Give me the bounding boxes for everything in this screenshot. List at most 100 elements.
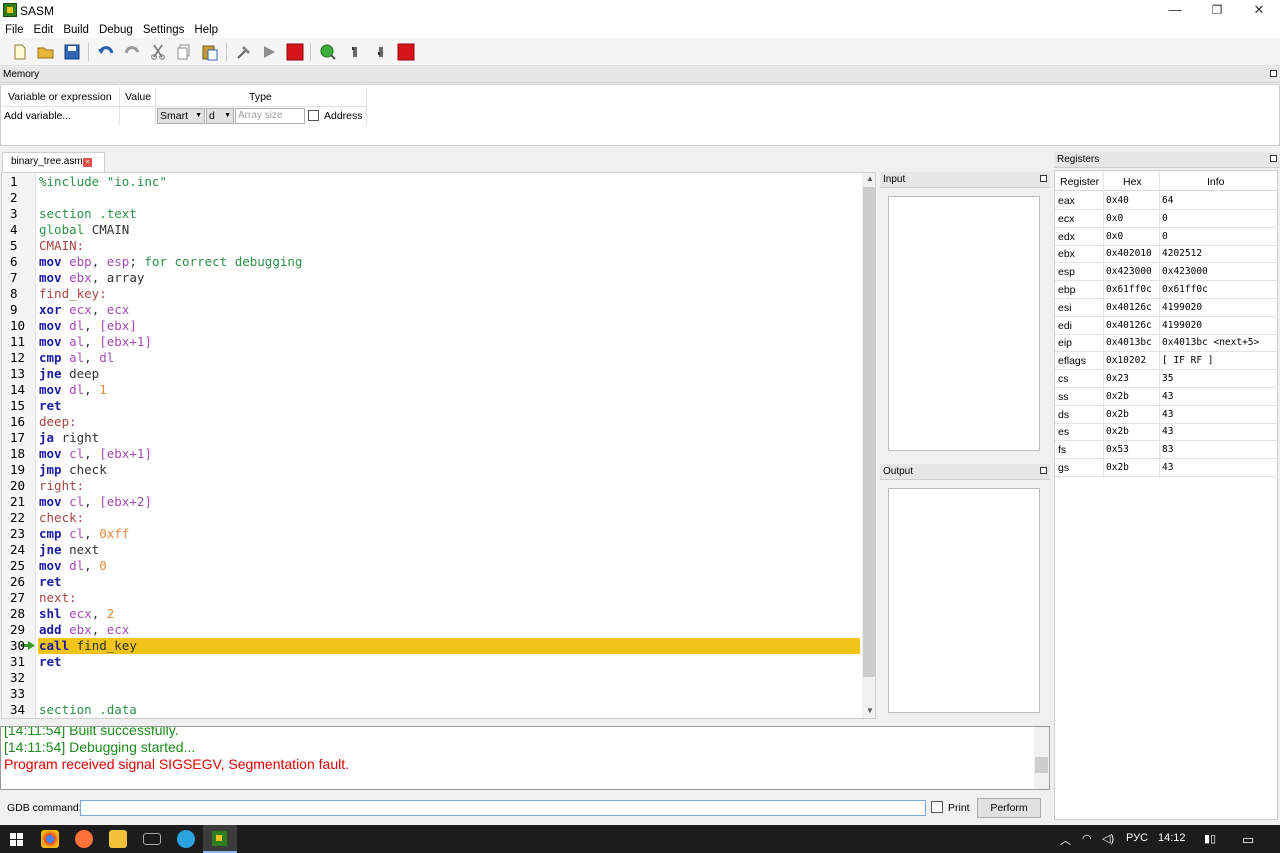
- memory-float-icon[interactable]: [1270, 70, 1277, 77]
- input-textarea[interactable]: [888, 196, 1040, 451]
- menu-help[interactable]: Help: [189, 22, 223, 38]
- line-number[interactable]: 3: [10, 206, 18, 222]
- code-line[interactable]: next:: [39, 590, 77, 606]
- sasm-taskbar-button[interactable]: [203, 825, 237, 853]
- size-select[interactable]: d ▼: [206, 108, 234, 124]
- chrome-icon[interactable]: [41, 830, 59, 848]
- output-float-icon[interactable]: [1040, 467, 1047, 474]
- line-number[interactable]: 14: [10, 382, 25, 398]
- stop-debug-icon[interactable]: [396, 42, 416, 62]
- registers-float-icon[interactable]: [1270, 155, 1277, 162]
- line-number[interactable]: 5: [10, 238, 18, 254]
- file-explorer-icon[interactable]: [109, 830, 127, 848]
- array-size-input[interactable]: Array size: [235, 108, 305, 124]
- telegram-icon[interactable]: [177, 830, 195, 848]
- line-number[interactable]: 17: [10, 430, 25, 446]
- run-icon[interactable]: [259, 42, 279, 62]
- scroll-up-icon[interactable]: ▲: [866, 174, 874, 183]
- windows-start-icon[interactable]: [10, 833, 23, 846]
- register-row[interactable]: cs 0x23 35: [1055, 370, 1277, 388]
- code-line[interactable]: mov ebx, array: [39, 270, 144, 286]
- code-line[interactable]: ret: [39, 654, 62, 670]
- line-number[interactable]: 23: [10, 526, 25, 542]
- notifications-icon[interactable]: ▭: [1242, 832, 1254, 848]
- code-line[interactable]: %include "io.inc": [39, 174, 167, 190]
- code-line[interactable]: mov dl, 1: [39, 382, 107, 398]
- line-number[interactable]: 12: [10, 350, 25, 366]
- log-scrollbar[interactable]: [1034, 727, 1049, 789]
- line-number[interactable]: 2: [10, 190, 18, 206]
- line-number[interactable]: 1: [10, 174, 18, 190]
- code-line[interactable]: jne deep: [39, 366, 99, 382]
- minimize-button[interactable]: —: [1152, 0, 1198, 22]
- paste-icon[interactable]: [200, 42, 220, 62]
- register-row[interactable]: ecx 0x0 0: [1055, 210, 1277, 228]
- line-number[interactable]: 22: [10, 510, 25, 526]
- build-hammer-icon[interactable]: [234, 42, 254, 62]
- code-line[interactable]: find_key:: [39, 286, 107, 302]
- line-number[interactable]: 29: [10, 622, 25, 638]
- editor-scroll-thumb[interactable]: [863, 187, 875, 677]
- code-line[interactable]: mov ebp, esp; for correct debugging: [39, 254, 302, 270]
- register-row[interactable]: esp 0x423000 0x423000: [1055, 263, 1277, 282]
- line-number[interactable]: 7: [10, 270, 18, 286]
- line-number[interactable]: 28: [10, 606, 25, 622]
- tray-chevron-icon[interactable]: ︿: [1060, 832, 1071, 848]
- code-line[interactable]: ret: [39, 398, 62, 414]
- register-row[interactable]: edi 0x40126c 4199020: [1055, 317, 1277, 335]
- register-row[interactable]: ds 0x2b 43: [1055, 406, 1277, 424]
- line-number[interactable]: 27: [10, 590, 25, 606]
- code-line[interactable]: cmp al, dl: [39, 350, 114, 366]
- line-number[interactable]: 9: [10, 302, 18, 318]
- line-number[interactable]: 11: [10, 334, 25, 350]
- menu-debug[interactable]: Debug: [94, 22, 138, 38]
- menu-file[interactable]: File: [0, 22, 29, 38]
- line-number[interactable]: 4: [10, 222, 18, 238]
- code-line[interactable]: jmp check: [39, 462, 107, 478]
- line-number[interactable]: 26: [10, 574, 25, 590]
- register-row[interactable]: eax 0x40 64: [1055, 192, 1277, 210]
- type-select[interactable]: Smart ▼: [157, 108, 205, 124]
- code-line[interactable]: check:: [39, 510, 84, 526]
- keyboard-icon[interactable]: [143, 833, 161, 845]
- address-checkbox[interactable]: [308, 110, 319, 121]
- line-number[interactable]: 13: [10, 366, 25, 382]
- register-row[interactable]: edx 0x0 0: [1055, 228, 1277, 246]
- new-file-icon[interactable]: [10, 42, 30, 62]
- undo-icon[interactable]: [96, 42, 116, 62]
- line-number[interactable]: 33: [10, 686, 25, 702]
- line-number[interactable]: 34: [10, 702, 25, 718]
- line-number[interactable]: 30: [10, 638, 25, 654]
- code-line[interactable]: mov cl, [ebx+1]: [39, 446, 152, 462]
- line-number[interactable]: 8: [10, 286, 18, 302]
- code-line[interactable]: xor ecx, ecx: [39, 302, 129, 318]
- maximize-button[interactable]: ❐: [1194, 0, 1240, 22]
- code-line[interactable]: section .text: [39, 206, 137, 222]
- close-window-button[interactable]: ✕: [1236, 0, 1280, 22]
- input-float-icon[interactable]: [1040, 175, 1047, 182]
- register-row[interactable]: eflags 0x10202 [ IF RF ]: [1055, 352, 1277, 371]
- copy-icon[interactable]: [174, 42, 194, 62]
- debug-icon[interactable]: [318, 42, 338, 62]
- register-row[interactable]: fs 0x53 83: [1055, 441, 1277, 460]
- line-number[interactable]: 15: [10, 398, 25, 414]
- wifi-icon[interactable]: ◠: [1082, 832, 1092, 845]
- scroll-down-icon[interactable]: ▼: [866, 706, 874, 715]
- line-number[interactable]: 19: [10, 462, 25, 478]
- code-line[interactable]: global CMAIN: [39, 222, 129, 238]
- code-line[interactable]: shl ecx, 2: [39, 606, 114, 622]
- line-number[interactable]: 10: [10, 318, 25, 334]
- code-line[interactable]: ret: [39, 574, 62, 590]
- open-folder-icon[interactable]: [36, 42, 56, 62]
- language-indicator[interactable]: РУС: [1126, 832, 1148, 844]
- line-number[interactable]: 6: [10, 254, 18, 270]
- register-row[interactable]: ss 0x2b 43: [1055, 388, 1277, 406]
- file-tab[interactable]: binary_tree.asm ×: [2, 152, 105, 172]
- perform-button[interactable]: Perform: [977, 798, 1041, 818]
- code-line[interactable]: ja right: [39, 430, 99, 446]
- cut-icon[interactable]: [148, 42, 168, 62]
- redo-icon[interactable]: [122, 42, 142, 62]
- code-line[interactable]: deep:: [39, 414, 77, 430]
- code-line[interactable]: mov cl, [ebx+2]: [39, 494, 152, 510]
- print-checkbox[interactable]: [931, 801, 943, 813]
